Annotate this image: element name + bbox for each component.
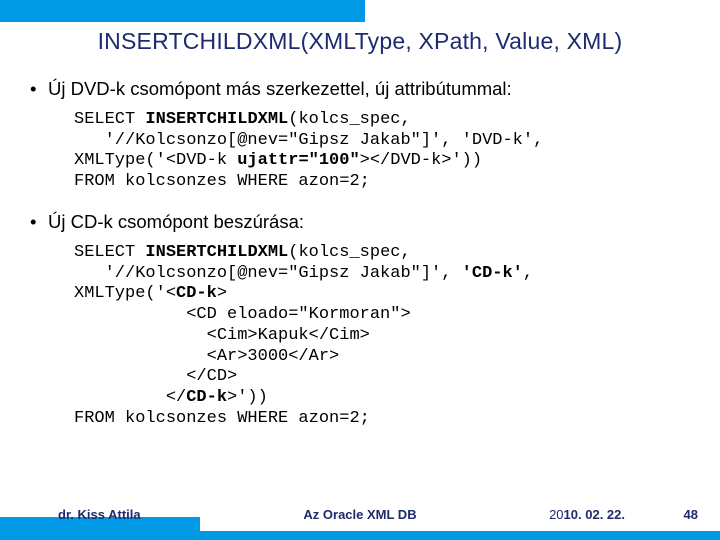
code-text: XMLType('< <box>74 284 176 303</box>
code-text: <CD eloado="Kormoran"> <box>74 305 411 324</box>
code-text: (kolcs_spec, <box>288 110 410 129</box>
code-text: <Ar>3000</Ar> <box>74 347 339 366</box>
slide-title: INSERTCHILDXML(XMLType, XPath, Value, XM… <box>0 28 720 55</box>
code-text: ></DVD-k>')) <box>360 151 482 170</box>
code-text: '//Kolcsonzo[@nev="Gipsz Jakab"]', 'DVD-… <box>74 131 543 150</box>
code-text: SELECT <box>74 110 145 129</box>
code-text: > <box>217 284 227 303</box>
bullet-1-text: Új DVD-k csomópont más szerkezettel, új … <box>48 78 512 99</box>
code-text: </ <box>74 388 186 407</box>
topbar-accent <box>0 0 365 22</box>
code-bold: CD-k <box>176 284 217 303</box>
code-bold: ujattr="100" <box>237 151 359 170</box>
bullet-2: •Új CD-k csomópont beszúrása: <box>30 211 690 233</box>
code-text: (kolcs_spec, <box>288 243 410 262</box>
bullet-2-text: Új CD-k csomópont beszúrása: <box>48 211 304 232</box>
slide-body: •Új DVD-k csomópont más szerkezettel, új… <box>30 68 690 448</box>
footer-date: 2010. 02. 22. <box>549 507 625 522</box>
code-text: SELECT <box>74 243 145 262</box>
footer-date-prefix: 20 <box>549 507 563 522</box>
footer-bar-right <box>200 531 720 540</box>
code-text: '//Kolcsonzo[@nev="Gipsz Jakab"]', <box>74 264 462 283</box>
code-text: <Cim>Kapuk</Cim> <box>74 326 370 345</box>
footer-pagenum: 48 <box>684 507 698 522</box>
code-text: FROM kolcsonzes WHERE azon=2; <box>74 172 370 191</box>
footer: dr. Kiss Attila Az Oracle XML DB 2010. 0… <box>0 515 720 540</box>
code-block-1: SELECT INSERTCHILDXML(kolcs_spec, '//Kol… <box>74 110 690 193</box>
code-text: >')) <box>227 388 268 407</box>
footer-date-suffix: 10. 02. 22. <box>564 507 625 522</box>
code-text: </CD> <box>74 367 237 386</box>
code-bold: 'CD-k' <box>462 264 523 283</box>
code-bold: CD-k <box>186 388 227 407</box>
code-bold: INSERTCHILDXML <box>145 243 288 262</box>
code-text: XMLType('<DVD-k <box>74 151 237 170</box>
code-bold: INSERTCHILDXML <box>145 110 288 129</box>
code-text: , <box>523 264 533 283</box>
bullet-1: •Új DVD-k csomópont más szerkezettel, új… <box>30 78 690 100</box>
slide: INSERTCHILDXML(XMLType, XPath, Value, XM… <box>0 0 720 540</box>
code-text: FROM kolcsonzes WHERE azon=2; <box>74 409 370 428</box>
code-block-2: SELECT INSERTCHILDXML(kolcs_spec, '//Kol… <box>74 243 690 430</box>
